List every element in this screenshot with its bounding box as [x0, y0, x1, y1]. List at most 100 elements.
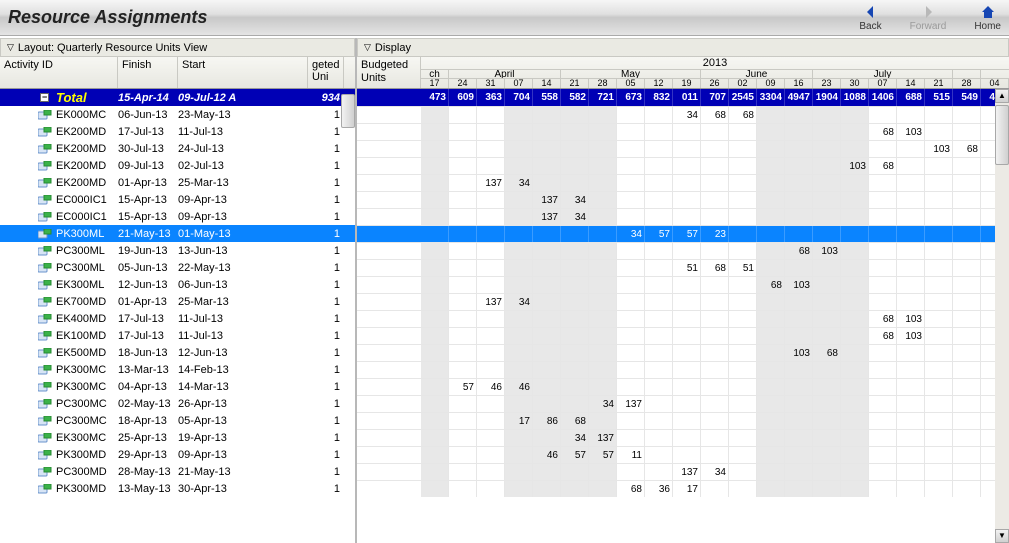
grid-row[interactable]: 13734 [357, 293, 1009, 310]
grid-row[interactable]: 10368 [357, 157, 1009, 174]
grid-cell [757, 413, 785, 429]
cell-activity: EK200MD [56, 177, 118, 189]
grid-row[interactable]: 68103 [357, 242, 1009, 259]
grid-cell [813, 158, 841, 174]
grid-row[interactable]: 68103 [357, 276, 1009, 293]
timeline-grid[interactable]: 4736093637045585827216738320117072545330… [357, 89, 1009, 543]
table-row[interactable]: PK300MC13-Mar-1314-Feb-131 [0, 361, 355, 378]
grid-cell [673, 413, 701, 429]
table-row[interactable]: PC300MC18-Apr-1305-Apr-131 [0, 412, 355, 429]
grid-row[interactable]: 13734 [357, 463, 1009, 480]
grid-cell [561, 362, 589, 378]
grid-cell [785, 311, 813, 327]
layout-bar[interactable]: ▽ Layout: Quarterly Resource Units View [0, 38, 355, 57]
forward-arrow-icon [920, 4, 936, 20]
col-budgeted-units[interactable]: geted Uni [308, 57, 344, 88]
scroll-down-arrow[interactable]: ▼ [995, 529, 1009, 543]
grid-cell [477, 226, 505, 242]
col-start[interactable]: Start [178, 57, 308, 88]
grid-cell [953, 192, 981, 208]
table-row[interactable]: PK300MD29-Apr-1309-Apr-131 [0, 446, 355, 463]
resource-icon [0, 331, 56, 341]
cell-budgeted: 1 [308, 466, 344, 478]
forward-button[interactable]: Forward [910, 4, 947, 32]
vertical-scrollbar[interactable]: ▲ ▼ [995, 89, 1009, 543]
grid-cell [841, 345, 869, 361]
table-row[interactable]: EK300MC25-Apr-1319-Apr-131 [0, 429, 355, 446]
grid-row[interactable]: 13734 [357, 191, 1009, 208]
table-row[interactable]: PK300ML21-May-1301-May-131 [0, 225, 355, 242]
scroll-up-arrow[interactable]: ▲ [995, 89, 1009, 103]
grid-cell [813, 277, 841, 293]
grid-cell: 34 [589, 396, 617, 412]
total-row[interactable]: 4736093637045585827216738320117072545330… [357, 89, 1009, 106]
grid-row[interactable]: 10368 [357, 344, 1009, 361]
grid-row[interactable]: 10368 [357, 140, 1009, 157]
grid-row[interactable] [357, 361, 1009, 378]
grid-row[interactable]: 683617 [357, 480, 1009, 497]
grid-row[interactable]: 574646 [357, 378, 1009, 395]
table-row[interactable]: EK200MD30-Jul-1324-Jul-131 [0, 140, 355, 157]
table-row[interactable]: EK100MD17-Jul-1311-Jul-131 [0, 327, 355, 344]
grid-cell: 68 [869, 124, 897, 140]
table-row[interactable]: EK500MD18-Jun-1312-Jun-131 [0, 344, 355, 361]
table-row[interactable]: EK300ML12-Jun-1306-Jun-131 [0, 276, 355, 293]
table-row[interactable]: EK700MD01-Apr-1325-Mar-131 [0, 293, 355, 310]
grid-row[interactable]: 178668 [357, 412, 1009, 429]
grid-cell [645, 141, 673, 157]
vertical-scroll-thumb[interactable] [341, 94, 355, 128]
grid-cell [869, 345, 897, 361]
grid-row[interactable]: 516851 [357, 259, 1009, 276]
month-label [953, 70, 981, 78]
assignments-table[interactable]: −Total15-Apr-1409-Jul-12 A934EK000MC06-J… [0, 89, 355, 543]
table-row[interactable]: EK200MD09-Jul-1302-Jul-131 [0, 157, 355, 174]
grid-cell [561, 396, 589, 412]
cell-budgeted: 1 [308, 313, 344, 325]
col-budgeted-units-full[interactable]: Budgeted Units [357, 57, 421, 88]
grid-cell: 68 [757, 277, 785, 293]
table-row[interactable]: EK000MC06-Jun-1323-May-131 [0, 106, 355, 123]
grid-cell [421, 141, 449, 157]
table-row[interactable]: EK200MD17-Jul-1311-Jul-131 [0, 123, 355, 140]
table-row[interactable]: PK300MC04-Apr-1314-Mar-131 [0, 378, 355, 395]
grid-cell: 17 [505, 413, 533, 429]
table-row[interactable]: PK300MD13-May-1330-Apr-131 [0, 480, 355, 497]
table-row[interactable]: PC300ML05-Jun-1322-May-131 [0, 259, 355, 276]
table-row[interactable]: PC300ML19-Jun-1313-Jun-131 [0, 242, 355, 259]
grid-cell [729, 243, 757, 259]
collapse-icon[interactable]: − [40, 93, 49, 102]
grid-row[interactable]: 346868 [357, 106, 1009, 123]
grid-row[interactable]: 68103 [357, 123, 1009, 140]
total-row[interactable]: −Total15-Apr-1409-Jul-12 A934 [0, 89, 355, 106]
col-activity-id[interactable]: Activity ID [0, 57, 118, 88]
grid-cell: 57 [449, 379, 477, 395]
grid-row[interactable]: 13734 [357, 174, 1009, 191]
grid-cell [729, 328, 757, 344]
grid-cell [757, 243, 785, 259]
vertical-scroll-thumb[interactable] [995, 105, 1009, 165]
grid-row[interactable]: 34575723 [357, 225, 1009, 242]
grid-row[interactable]: 34137 [357, 429, 1009, 446]
table-row[interactable]: EC000IC115-Apr-1309-Apr-131 [0, 208, 355, 225]
col-finish[interactable]: Finish [118, 57, 178, 88]
grid-cell [925, 243, 953, 259]
grid-row[interactable]: 13734 [357, 208, 1009, 225]
grid-row[interactable]: 46575711 [357, 446, 1009, 463]
grid-cell [645, 175, 673, 191]
grid-cell [449, 481, 477, 497]
table-row[interactable]: EK400MD17-Jul-1311-Jul-131 [0, 310, 355, 327]
grid-cell [785, 226, 813, 242]
home-button[interactable]: Home [974, 4, 1001, 32]
table-row[interactable]: PC300MD28-May-1321-May-131 [0, 463, 355, 480]
display-bar[interactable]: ▽ Display [357, 38, 1009, 57]
back-button[interactable]: Back [859, 4, 881, 32]
table-row[interactable]: EK200MD01-Apr-1325-Mar-131 [0, 174, 355, 191]
grid-cell [813, 311, 841, 327]
table-row[interactable]: PC300MC02-May-1326-Apr-131 [0, 395, 355, 412]
grid-cell: 34 [701, 464, 729, 480]
grid-cell [953, 175, 981, 191]
grid-row[interactable]: 68103 [357, 310, 1009, 327]
table-row[interactable]: EC000IC115-Apr-1309-Apr-131 [0, 191, 355, 208]
grid-row[interactable]: 34137 [357, 395, 1009, 412]
grid-row[interactable]: 68103 [357, 327, 1009, 344]
